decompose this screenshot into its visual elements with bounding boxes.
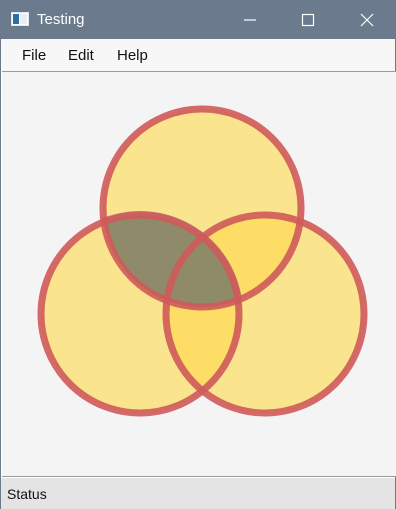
close-icon	[360, 13, 374, 27]
minimize-button[interactable]	[227, 1, 273, 39]
menu-bar: File Edit Help	[1, 39, 395, 71]
status-text: Status	[7, 486, 47, 502]
status-bar: Status	[1, 478, 395, 509]
menu-help[interactable]: Help	[117, 47, 148, 64]
venn-diagram	[37, 105, 368, 417]
app-window: Testing File Edit Help Status	[0, 0, 396, 509]
close-button[interactable]	[344, 1, 390, 39]
menu-edit[interactable]: Edit	[68, 47, 94, 64]
window-title: Testing	[37, 11, 85, 28]
maximize-button[interactable]	[285, 1, 331, 39]
menu-file[interactable]: File	[22, 47, 46, 64]
title-bar[interactable]: Testing	[1, 1, 395, 39]
maximize-icon	[301, 13, 315, 27]
drawing-canvas[interactable]	[2, 71, 396, 477]
app-icon	[11, 12, 29, 26]
minimize-icon	[244, 19, 256, 21]
